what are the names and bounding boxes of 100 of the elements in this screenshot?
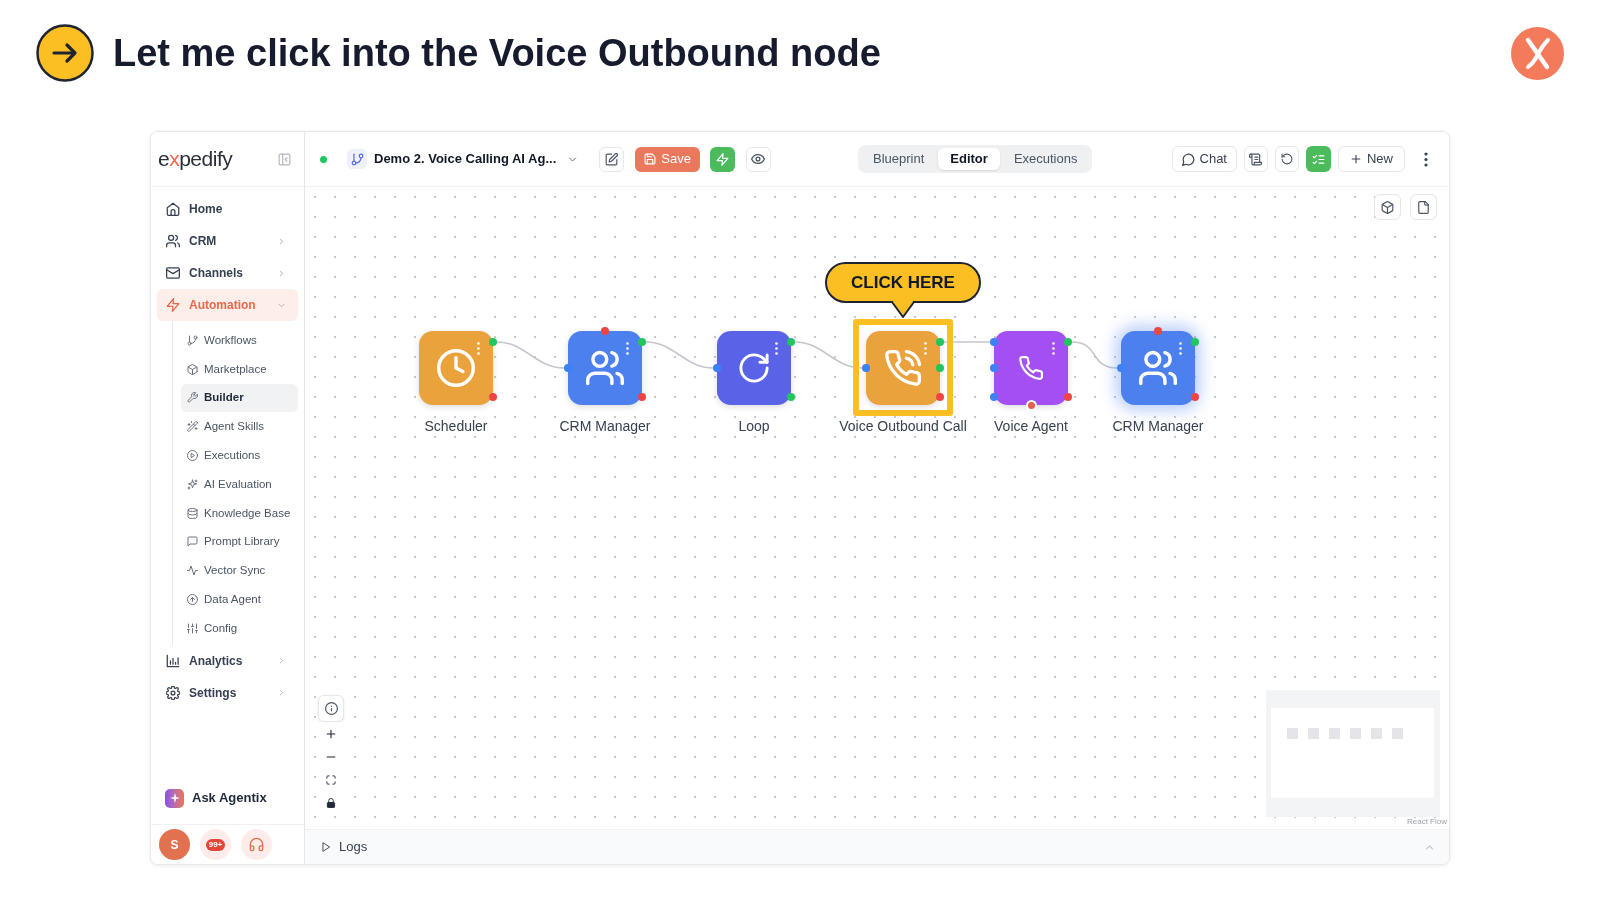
cube-icon xyxy=(187,363,198,375)
users-icon xyxy=(1139,349,1177,387)
branch-icon xyxy=(187,334,198,346)
sparkles-icon xyxy=(187,478,198,490)
connection-handle[interactable] xyxy=(1117,364,1125,372)
connection-handle[interactable] xyxy=(1025,399,1037,411)
nav-subitem[interactable]: Vector Sync xyxy=(181,556,298,586)
workflow-node[interactable] xyxy=(1121,331,1195,405)
view-tab[interactable]: Blueprint xyxy=(861,148,937,170)
workflow-node[interactable] xyxy=(419,331,493,405)
preview-button[interactable] xyxy=(745,146,771,172)
notifications-button[interactable]: 99+ xyxy=(200,829,231,860)
connection-handle[interactable] xyxy=(1191,393,1199,401)
scroll-button[interactable] xyxy=(1244,146,1268,172)
chat-bubble-icon xyxy=(1181,152,1195,166)
connector-edge xyxy=(1071,341,1118,369)
mail-icon xyxy=(166,266,180,280)
gear-icon xyxy=(166,685,180,700)
nav-item[interactable]: Home xyxy=(157,193,298,225)
nav-subitem[interactable]: AI Evaluation xyxy=(181,470,298,499)
connection-handle[interactable] xyxy=(990,364,998,372)
node-label: Voice Outbound Call xyxy=(839,418,967,434)
rotate-icon xyxy=(738,352,770,384)
assistant-button[interactable]: Ask Agentix xyxy=(157,781,298,815)
scroll-icon xyxy=(1249,152,1263,166)
home-icon xyxy=(166,202,180,216)
connection-handle[interactable] xyxy=(713,364,721,372)
lightning-icon xyxy=(166,298,180,312)
edit-button[interactable] xyxy=(599,146,625,172)
nav-item[interactable]: Analytics xyxy=(157,644,298,677)
connection-handle[interactable] xyxy=(1064,338,1072,346)
node-label: CRM Manager xyxy=(559,418,651,434)
nav-subitem[interactable]: Agent Skills xyxy=(181,412,298,442)
rotate-left-icon xyxy=(1281,153,1293,165)
connection-handle[interactable] xyxy=(990,393,998,401)
workflow-node[interactable] xyxy=(717,331,791,405)
workflow-node[interactable] xyxy=(866,331,940,405)
file-icon xyxy=(1417,200,1430,214)
view-tab[interactable]: Editor xyxy=(938,148,1000,170)
nav-subitem[interactable]: Workflows xyxy=(181,326,298,355)
connection-handle[interactable] xyxy=(1064,393,1072,401)
checklist-button[interactable] xyxy=(1306,146,1331,172)
logs-toggle[interactable]: Logs xyxy=(321,837,368,857)
connection-handle[interactable] xyxy=(936,393,944,401)
more-vertical-icon xyxy=(775,342,778,355)
sliders-icon xyxy=(187,622,198,634)
nav-subitem[interactable]: Knowledge Base xyxy=(181,498,298,528)
lightning-button[interactable] xyxy=(709,146,735,172)
nav-subitem[interactable]: Marketplace xyxy=(181,354,298,384)
support-button[interactable] xyxy=(241,829,272,860)
connection-handle[interactable] xyxy=(564,364,572,372)
nav-subitem[interactable]: Executions xyxy=(181,441,298,470)
sparkle-tile-icon xyxy=(165,788,184,808)
workflow-node[interactable] xyxy=(568,331,642,405)
nav-item[interactable]: CRM xyxy=(157,225,298,257)
logo-icon xyxy=(1511,26,1564,80)
branch-icon xyxy=(347,149,367,169)
view-tab[interactable]: Executions xyxy=(1001,148,1090,170)
node-label: Loop xyxy=(738,418,770,434)
cube-icon xyxy=(1381,200,1394,214)
nav-subitem[interactable]: Prompt Library xyxy=(181,527,298,557)
nav-subitem[interactable]: Config xyxy=(181,613,298,643)
connection-handle[interactable] xyxy=(990,338,998,346)
connection-handle[interactable] xyxy=(936,364,944,372)
node-label: Voice Agent xyxy=(994,418,1068,434)
callout-pointer-icon xyxy=(891,301,915,318)
connection-handle[interactable] xyxy=(638,393,646,401)
cube-button[interactable] xyxy=(1374,194,1401,220)
nav-item[interactable]: Settings xyxy=(157,676,298,709)
connection-handle[interactable] xyxy=(1154,327,1162,335)
floppy-disk-icon xyxy=(644,153,657,165)
connection-handle[interactable] xyxy=(936,338,944,346)
new-button[interactable]: New xyxy=(1338,146,1405,172)
headset-icon xyxy=(249,837,264,852)
connection-handle[interactable] xyxy=(638,338,646,346)
info-button[interactable] xyxy=(318,695,344,722)
refresh-button[interactable] xyxy=(1275,146,1299,172)
lightning-icon xyxy=(715,152,729,166)
bar-chart-icon xyxy=(166,653,180,668)
sidebar-toggle-icon[interactable] xyxy=(278,152,291,166)
more-vertical-icon xyxy=(626,342,629,355)
connector-edge xyxy=(496,341,565,369)
connection-handle[interactable] xyxy=(489,393,497,401)
connection-handle[interactable] xyxy=(862,364,870,372)
phone-call-icon xyxy=(885,350,921,386)
connection-handle[interactable] xyxy=(489,338,497,346)
file-button[interactable] xyxy=(1410,194,1437,220)
chat-button[interactable]: Chat xyxy=(1171,146,1237,172)
connection-handle[interactable] xyxy=(787,393,795,401)
connection-handle[interactable] xyxy=(1191,338,1199,346)
workflow-node[interactable] xyxy=(994,331,1068,405)
connection-handle[interactable] xyxy=(787,338,795,346)
more-vertical-icon[interactable] xyxy=(1424,151,1428,167)
nav-item[interactable]: Channels xyxy=(157,257,298,289)
brand-logo: expedify xyxy=(158,147,233,171)
corners-icon xyxy=(326,774,336,785)
connection-handle[interactable] xyxy=(601,327,609,335)
nav-subitem[interactable]: Data Agent xyxy=(181,585,298,614)
nav-subitem[interactable]: Builder xyxy=(181,383,298,413)
checklist-icon xyxy=(1312,152,1325,166)
